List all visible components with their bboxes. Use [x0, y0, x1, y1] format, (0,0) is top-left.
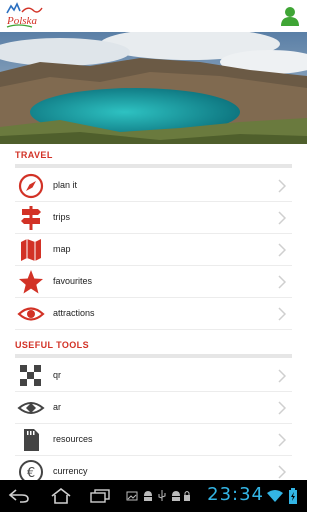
app-root: Polska TRAVEL plan it trips map favourit… — [0, 0, 307, 512]
chevron-right-icon — [278, 433, 286, 447]
map-icon — [21, 239, 41, 261]
wifi-icon — [267, 490, 283, 502]
home-icon[interactable] — [50, 488, 72, 504]
star-icon — [19, 270, 43, 294]
signpost-icon — [21, 206, 41, 230]
ar-eye-icon — [17, 402, 45, 414]
row-separator — [15, 329, 292, 330]
menu-item-label: ar — [53, 402, 62, 412]
back-icon[interactable] — [8, 489, 30, 503]
menu-item-map[interactable]: map — [15, 234, 292, 266]
section-title-useful-tools: USEFUL TOOLS — [15, 340, 89, 350]
user-icon[interactable] — [279, 5, 301, 27]
section-title-travel: TRAVEL — [15, 150, 53, 160]
recent-apps-icon[interactable] — [90, 489, 110, 503]
menu-item-label: currency — [53, 466, 88, 476]
menu-item-label: plan it — [53, 180, 78, 190]
chevron-right-icon — [278, 401, 286, 415]
menu-item-label: resources — [53, 434, 93, 444]
image-notification-icon — [126, 491, 138, 501]
app-header: Polska — [0, 0, 307, 32]
chevron-right-icon — [278, 243, 286, 257]
sd-card-icon — [24, 429, 39, 451]
menu-item-label: map — [53, 244, 71, 254]
menu-item-label: favourites — [53, 276, 93, 286]
battery-icon — [289, 488, 297, 504]
chevron-right-icon — [278, 307, 286, 321]
lock-icon — [184, 491, 190, 501]
status-clock: 23:34 — [207, 484, 264, 505]
chevron-right-icon — [278, 211, 286, 225]
qr-icon — [20, 365, 41, 386]
menu-item-label: qr — [53, 370, 62, 380]
section-divider — [15, 354, 292, 358]
svg-text:€: € — [27, 466, 35, 481]
menu-item-plan-it[interactable]: plan it — [15, 170, 292, 202]
chevron-right-icon — [278, 275, 286, 289]
menu-item-trips[interactable]: trips — [15, 202, 292, 234]
system-navigation-bar: 23:34 — [0, 480, 307, 512]
compass-icon — [18, 173, 44, 199]
android-notification-icon — [144, 491, 152, 501]
eye-icon — [17, 307, 45, 321]
chevron-right-icon — [278, 465, 286, 479]
menu-item-favourites[interactable]: favourites — [15, 266, 292, 298]
polska-logo[interactable]: Polska — [4, 2, 46, 30]
android-debug-icon — [172, 491, 180, 501]
hero-image — [0, 32, 307, 144]
menu-item-label: attractions — [53, 308, 95, 318]
chevron-right-icon — [278, 179, 286, 193]
menu-item-qr[interactable]: qr — [15, 360, 292, 392]
menu-item-resources[interactable]: resources — [15, 424, 292, 456]
chevron-right-icon — [278, 369, 286, 383]
menu-item-attractions[interactable]: attractions — [15, 298, 292, 330]
usb-icon — [158, 490, 166, 501]
menu-item-ar[interactable]: ar — [15, 392, 292, 424]
menu-item-label: trips — [53, 212, 71, 222]
section-divider — [15, 164, 292, 168]
